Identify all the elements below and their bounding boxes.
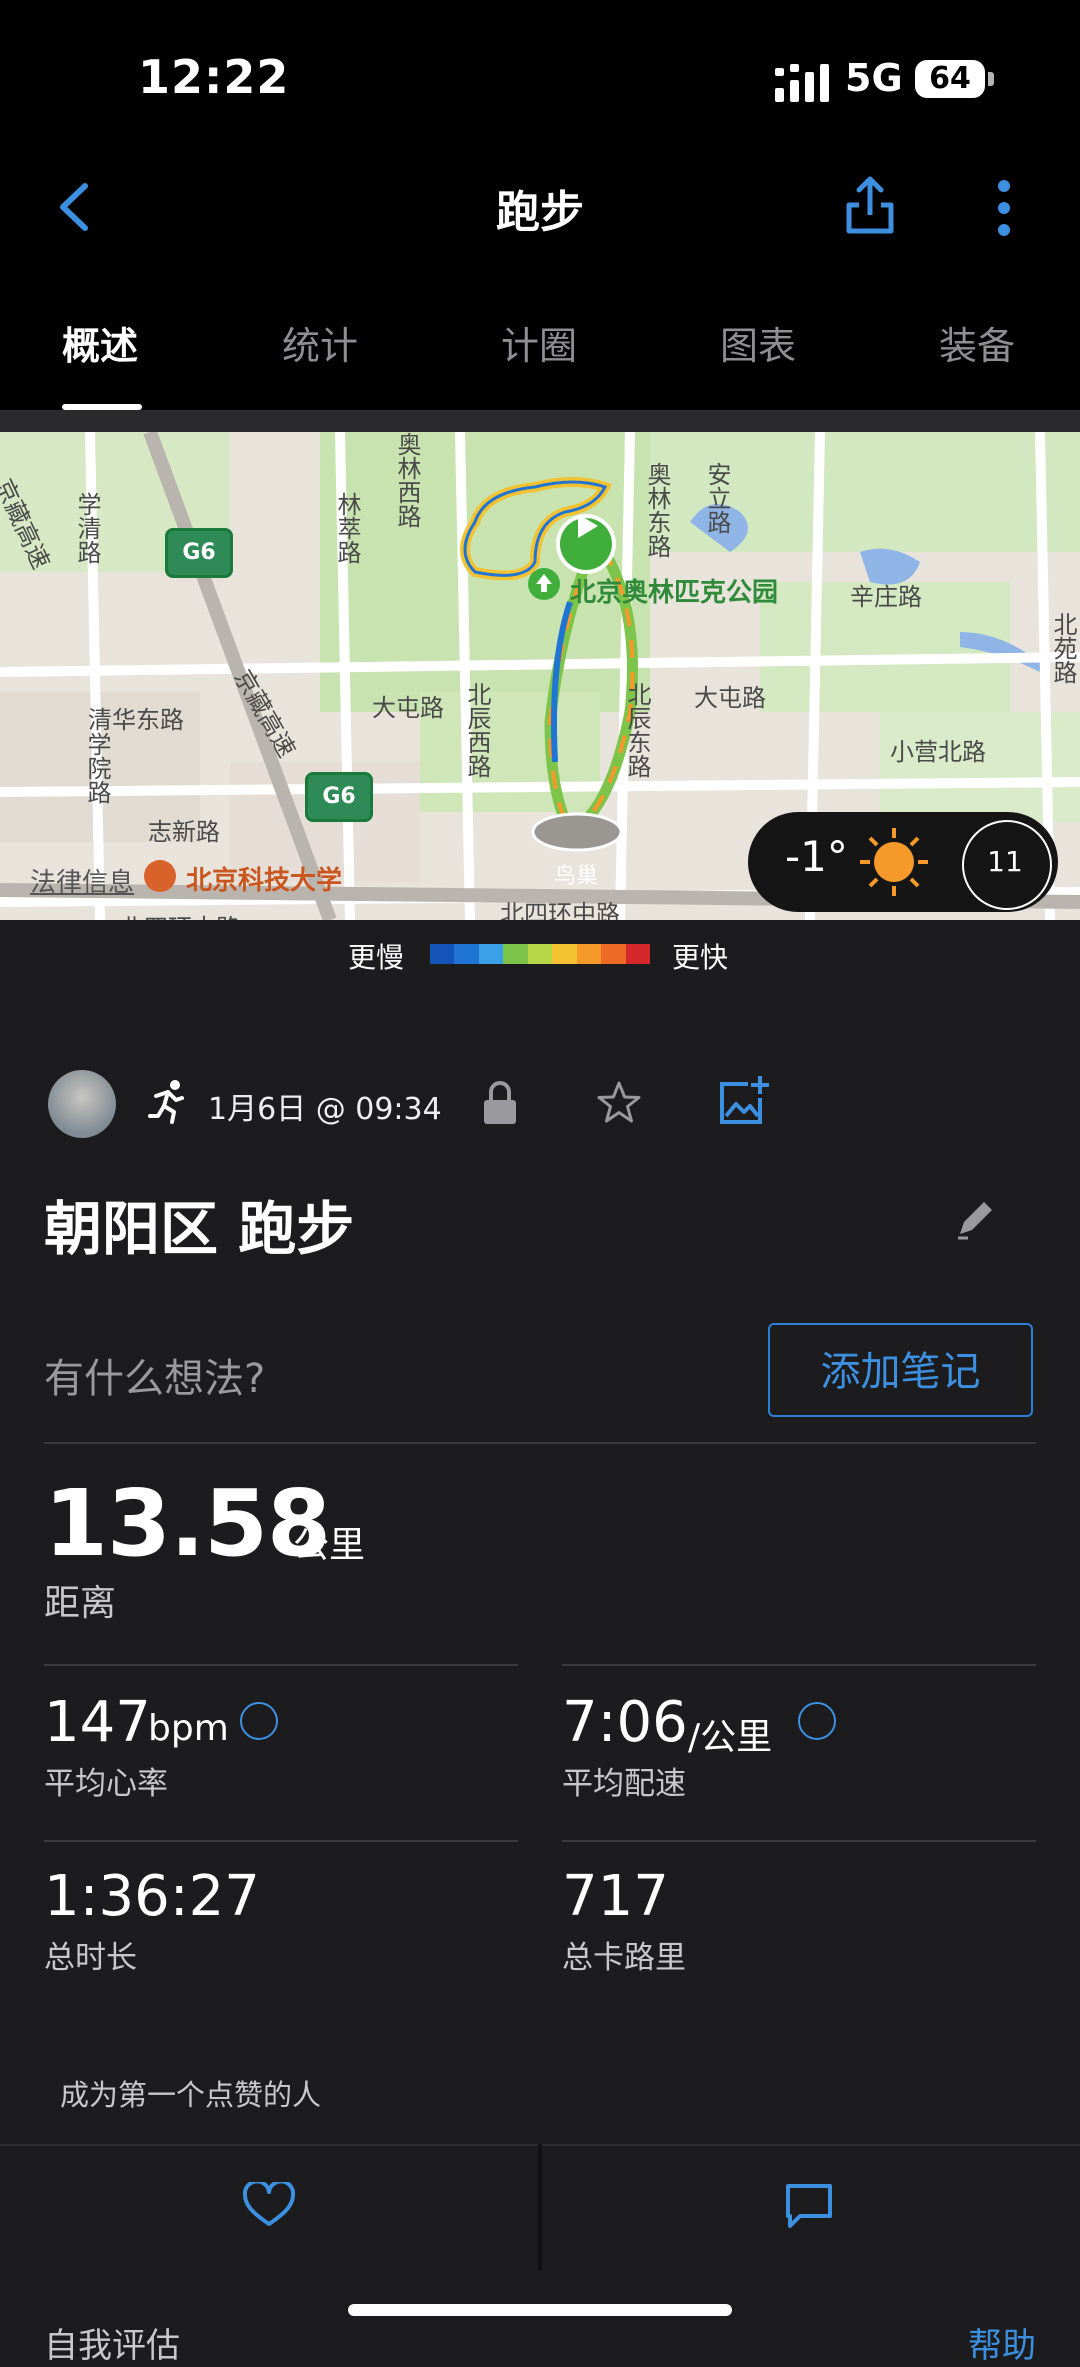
add-note-button[interactable]: 添加笔记 bbox=[768, 1323, 1033, 1417]
pace-color-legend bbox=[430, 944, 650, 964]
weather-temperature: -1° bbox=[785, 832, 848, 881]
pace-info-icon[interactable] bbox=[798, 1702, 836, 1740]
map-road-label: 小营北路 bbox=[890, 738, 986, 766]
battery-cap bbox=[988, 72, 994, 86]
map-road-label: 北辰东路 bbox=[623, 682, 651, 778]
map-road-label: 奥林东路 bbox=[643, 462, 671, 558]
map-road-label: 大屯路 bbox=[694, 684, 766, 712]
map-road-label: 清华东路 bbox=[88, 706, 184, 734]
divider bbox=[44, 1840, 518, 1842]
avg-heart-rate-unit: bpm bbox=[148, 1708, 229, 1749]
distance-value: 13.58 bbox=[44, 1470, 331, 1577]
page-title: 跑步 bbox=[496, 187, 584, 238]
avg-heart-rate-value: 147 bbox=[44, 1690, 151, 1755]
legend-color-swatch bbox=[601, 944, 626, 964]
share-icon[interactable] bbox=[845, 175, 895, 235]
edit-pencil-icon[interactable] bbox=[954, 1200, 994, 1240]
map-road-label: 北苑路 bbox=[1049, 612, 1077, 684]
legend-color-swatch bbox=[503, 944, 528, 964]
action-bar-divider bbox=[538, 2144, 542, 2270]
map-road-label: 学院路 bbox=[83, 732, 111, 804]
map-road-label: 北辰西路 bbox=[463, 682, 491, 778]
divider bbox=[44, 1664, 518, 1666]
legend-color-swatch bbox=[527, 944, 553, 964]
add-photo-icon[interactable] bbox=[718, 1076, 770, 1126]
map-road-label: 安立路 bbox=[703, 462, 731, 534]
map-road-label: 北四环中路 bbox=[500, 900, 620, 920]
map-road-label: 辛庄路 bbox=[850, 583, 922, 611]
tab-gear[interactable]: 装备 bbox=[939, 315, 1015, 370]
map-road-label: 奥林西路 bbox=[393, 432, 421, 528]
avg-pace-unit: /公里 bbox=[688, 1717, 773, 1758]
university-label: 北京科技大学 bbox=[186, 866, 343, 896]
total-time-value: 1:36:27 bbox=[44, 1864, 260, 1929]
separator bbox=[0, 410, 1080, 432]
wind-speed: 11 bbox=[987, 845, 1023, 878]
signal-icon bbox=[775, 64, 829, 102]
map-landmark-label: 鸟巢 bbox=[554, 864, 599, 889]
highway-shield: G6 bbox=[305, 772, 373, 822]
legend-color-swatch bbox=[576, 944, 602, 964]
legend-color-swatch bbox=[478, 944, 504, 964]
distance-unit: 公里 bbox=[293, 1525, 366, 1566]
legend-color-swatch bbox=[552, 944, 577, 964]
legal-info-link[interactable]: 法律信息 bbox=[30, 862, 134, 899]
divider bbox=[44, 1442, 1036, 1444]
help-link[interactable]: 帮助 bbox=[968, 2318, 1036, 2367]
total-calories-label: 总卡路里 bbox=[562, 1940, 686, 1976]
avg-pace-value: 7:06 bbox=[562, 1690, 688, 1755]
first-like-text: 成为第一个点赞的人 bbox=[60, 2078, 322, 2112]
activity-date: 1月6日 @ 09:34 bbox=[208, 1092, 442, 1127]
like-heart-icon[interactable] bbox=[243, 2182, 295, 2228]
avg-heart-rate-label: 平均心率 bbox=[44, 1766, 168, 1802]
total-time-label: 总时长 bbox=[44, 1940, 137, 1976]
total-calories-value: 717 bbox=[562, 1864, 669, 1929]
note-placeholder[interactable]: 有什么想法? bbox=[44, 1346, 265, 1404]
divider bbox=[562, 1840, 1036, 1842]
comment-icon[interactable] bbox=[784, 2182, 834, 2230]
tab-stats[interactable]: 统计 bbox=[282, 315, 358, 370]
network-type: 5G bbox=[845, 56, 903, 100]
home-indicator[interactable] bbox=[348, 2304, 732, 2316]
battery-indicator: 64 bbox=[915, 60, 985, 98]
avatar[interactable] bbox=[48, 1070, 116, 1138]
lock-icon[interactable] bbox=[482, 1080, 518, 1124]
more-menu-icon[interactable] bbox=[995, 180, 1013, 236]
star-icon[interactable] bbox=[596, 1080, 642, 1126]
highway-shield: G6 bbox=[165, 528, 233, 578]
park-label: 北京奥林匹克公园 bbox=[570, 578, 779, 608]
legend-color-swatch bbox=[454, 944, 479, 964]
map-road-label: 志新路 bbox=[148, 818, 220, 846]
avg-pace-label: 平均配速 bbox=[562, 1766, 686, 1802]
map-road-label: 林萃路 bbox=[333, 492, 361, 564]
sun-icon bbox=[860, 828, 928, 896]
tab-overview[interactable]: 概述 bbox=[62, 315, 138, 370]
legend-slower-label: 更慢 bbox=[348, 941, 405, 974]
map-road-label: 北四环中路 bbox=[120, 908, 240, 920]
legend-faster-label: 更快 bbox=[672, 941, 729, 974]
legend-color-swatch bbox=[625, 944, 650, 964]
map-road-label: 学清路 bbox=[73, 492, 101, 564]
divider bbox=[562, 1664, 1036, 1666]
legend-color-swatch bbox=[430, 944, 455, 964]
self-evaluation-heading: 自我评估 bbox=[44, 2326, 180, 2366]
running-icon bbox=[148, 1080, 184, 1124]
tab-laps[interactable]: 计圈 bbox=[501, 315, 577, 370]
map-road-label: 大屯路 bbox=[372, 694, 444, 722]
activity-title: 朝阳区 跑步 bbox=[44, 1195, 355, 1263]
distance-label: 距离 bbox=[44, 1583, 117, 1624]
tab-charts[interactable]: 图表 bbox=[720, 315, 796, 370]
status-time: 12:22 bbox=[138, 50, 290, 104]
heart-rate-info-icon[interactable] bbox=[240, 1702, 278, 1740]
